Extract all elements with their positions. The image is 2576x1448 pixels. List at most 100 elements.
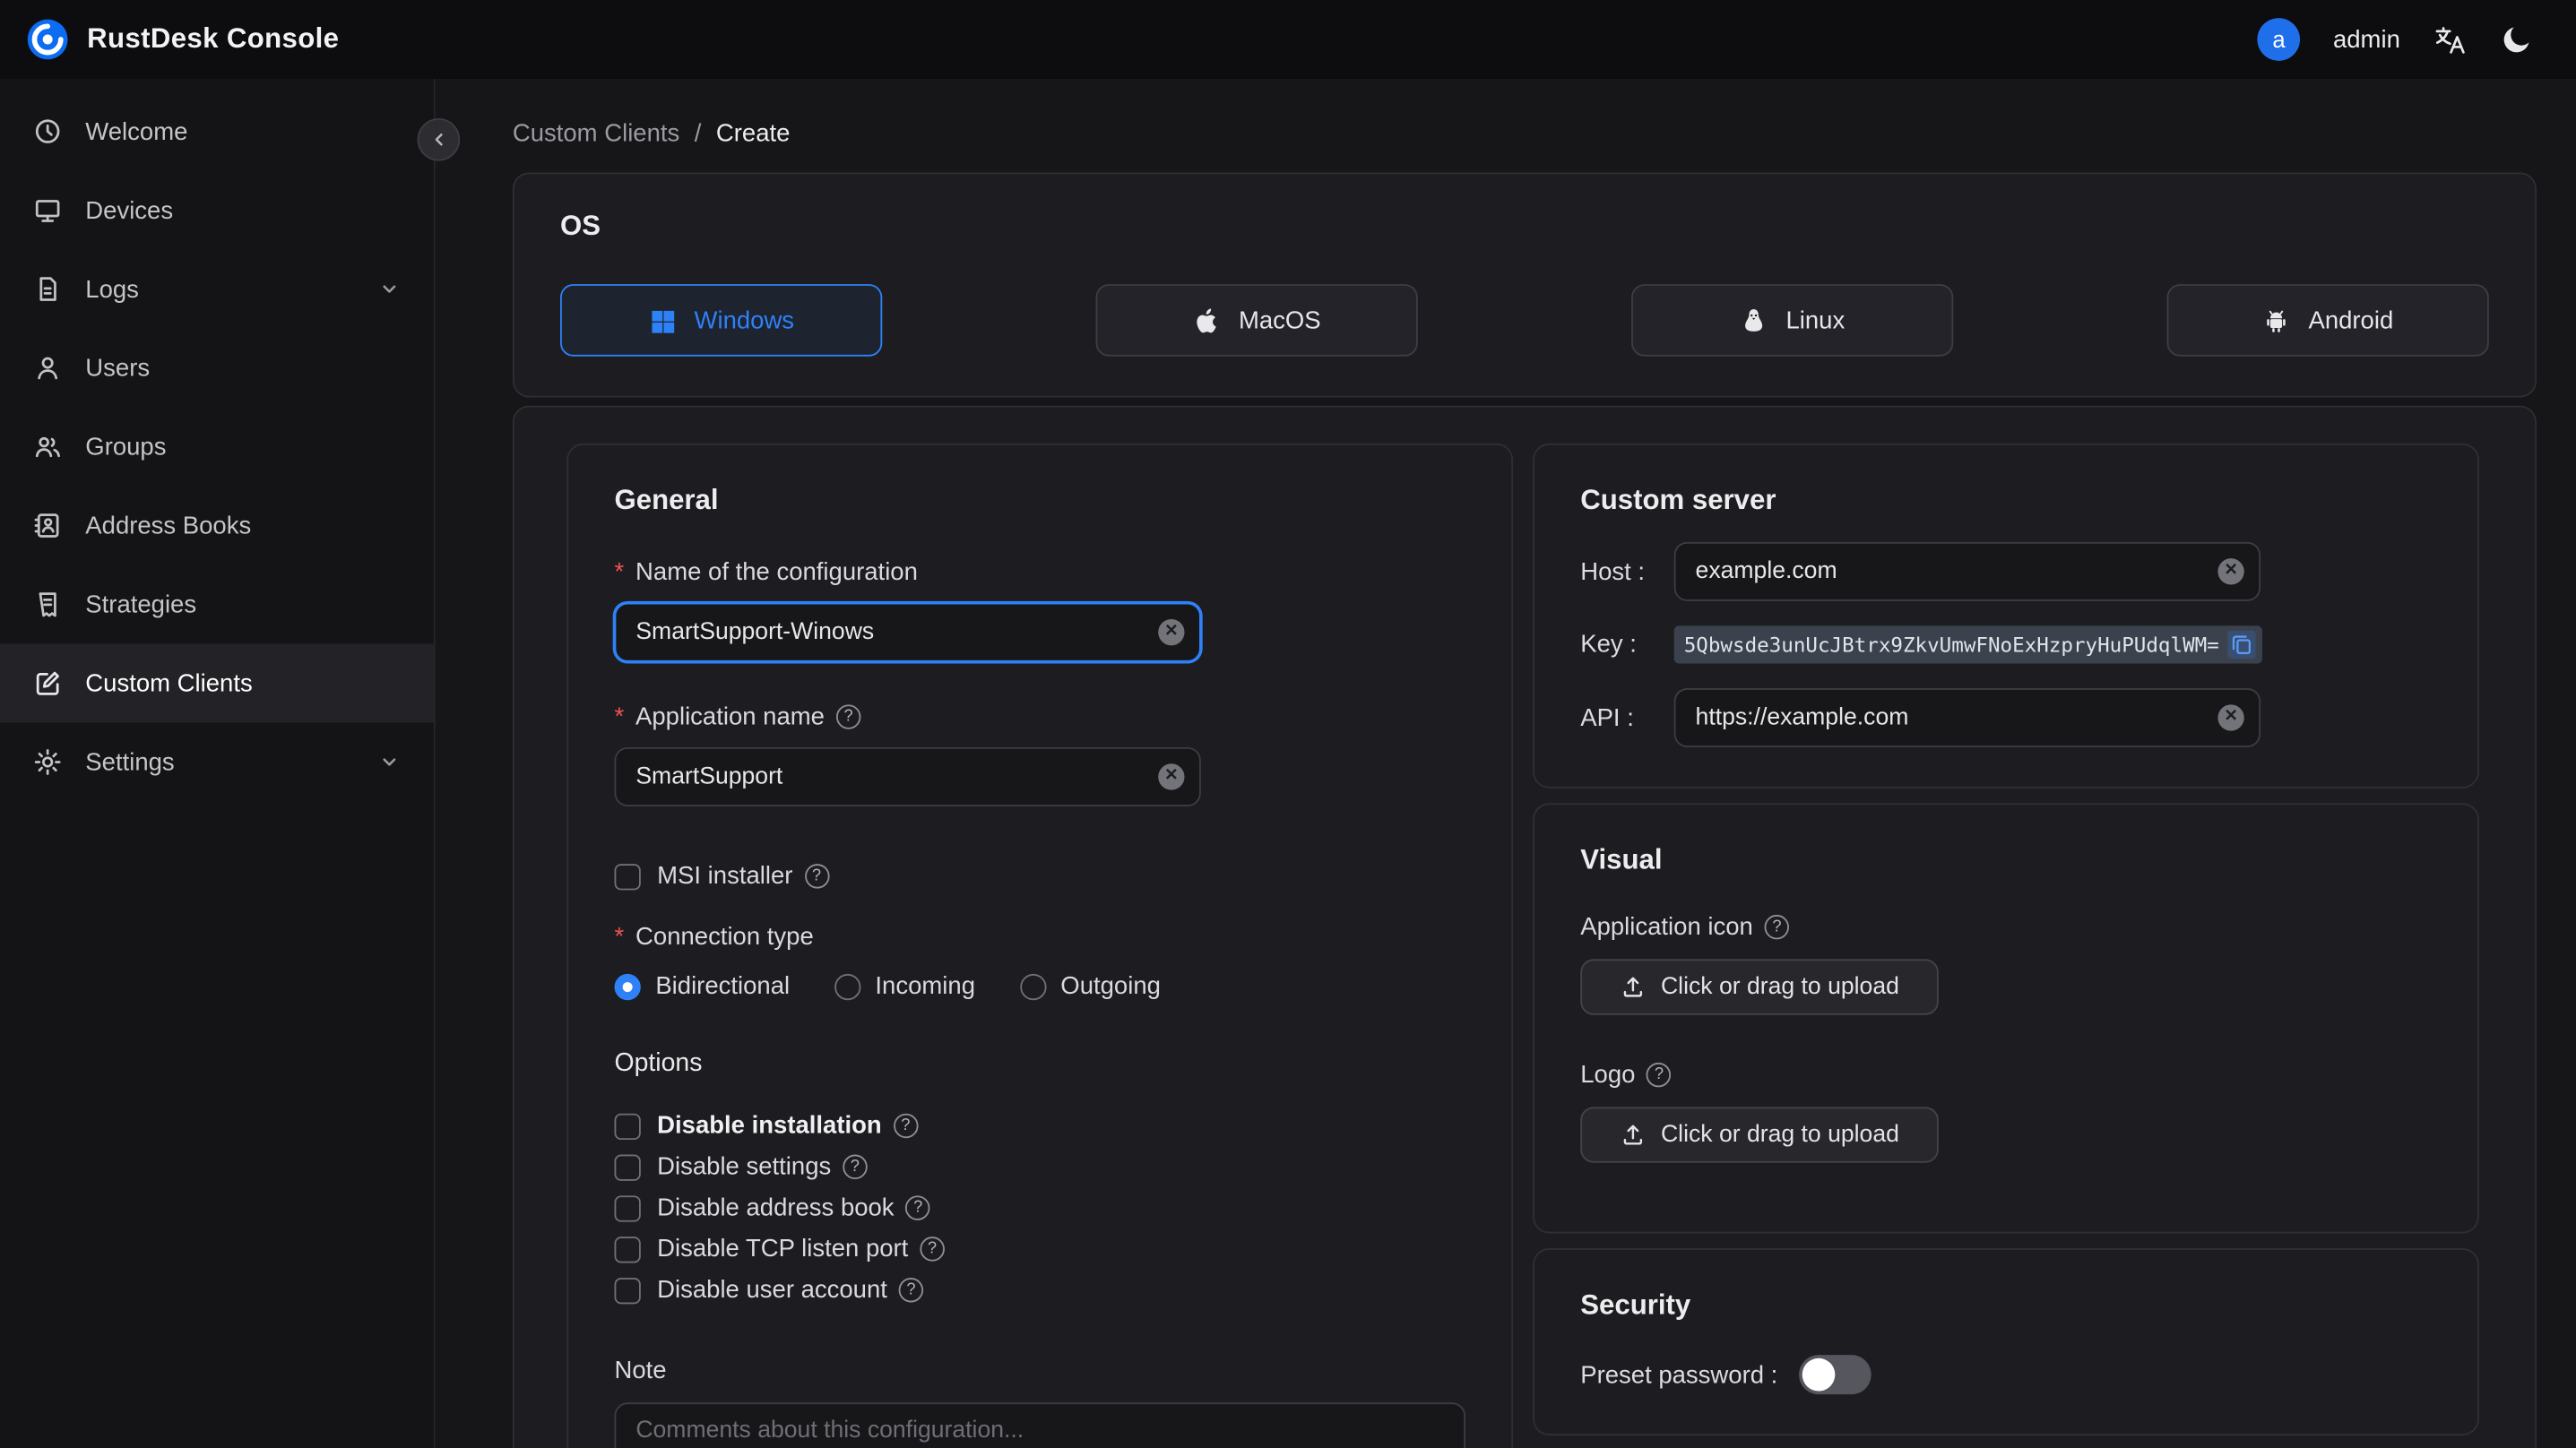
custom-server-title: Custom server (1580, 484, 1776, 516)
breadcrumb-current: Create (715, 119, 791, 148)
visual-title: Visual (1580, 844, 1663, 875)
connection-type-radios: Bidirectional Incoming Outgoing (614, 972, 1465, 1000)
os-option-label: Android (2308, 306, 2394, 334)
api-input[interactable] (1673, 687, 2261, 747)
sidebar-item-label: Groups (85, 432, 167, 461)
checkbox-icon (614, 1194, 641, 1221)
create-form-card: General * Name of the configuration ✕ * … (512, 405, 2537, 1448)
name-field-label: * Name of the configuration (614, 558, 918, 587)
checkbox-icon (614, 1236, 641, 1263)
key-value-chip: 5Qbwsde3unUcJBtrx9ZkvUmwFNoExHzpryHuPUdq… (1673, 625, 2262, 664)
preset-password-label: Preset password : (1580, 1360, 1778, 1389)
host-input[interactable] (1673, 541, 2261, 601)
key-value: 5Qbwsde3unUcJBtrx9ZkvUmwFNoExHzpryHuPUdq… (1683, 633, 2219, 657)
sidebar-item-label: Users (85, 353, 151, 383)
disable-user-account-checkbox[interactable]: Disable user account ? (614, 1270, 1465, 1311)
checkbox-icon (614, 1112, 641, 1140)
os-buttons: Windows MacOS Linux Android (560, 284, 2489, 357)
sidebar-item-label: Address Books (85, 511, 252, 540)
clock-icon (33, 116, 63, 146)
radio-outgoing[interactable]: Outgoing (1019, 972, 1161, 1000)
options-title: Options (614, 1049, 703, 1078)
os-option-android[interactable]: Android (2166, 284, 2489, 357)
clear-icon[interactable]: ✕ (2217, 704, 2244, 731)
sidebar-item-label: Strategies (85, 590, 197, 619)
avatar[interactable]: a (2257, 18, 2301, 61)
sidebar-item-strategies[interactable]: Strategies (0, 565, 434, 644)
os-option-windows[interactable]: Windows (560, 284, 883, 357)
radio-bidirectional[interactable]: Bidirectional (614, 972, 790, 1000)
breadcrumb-parent[interactable]: Custom Clients (513, 120, 679, 148)
required-marker: * (614, 558, 625, 587)
application-icon-upload-button[interactable]: Click or drag to upload (1580, 959, 1939, 1015)
help-icon[interactable]: ? (843, 1154, 868, 1180)
help-icon[interactable]: ? (898, 1277, 924, 1303)
sidebar-collapse-button[interactable] (417, 117, 461, 161)
toggle-knob (1802, 1358, 1836, 1392)
os-option-macos[interactable]: MacOS (1095, 284, 1418, 357)
required-marker: * (614, 702, 625, 731)
os-option-label: MacOS (1238, 306, 1321, 334)
clear-icon[interactable]: ✕ (1158, 619, 1185, 646)
sidebar-item-custom-clients[interactable]: Custom Clients (0, 643, 434, 723)
disable-address-book-checkbox[interactable]: Disable address book ? (614, 1187, 1465, 1228)
sidebar-item-address-books[interactable]: Address Books (0, 487, 434, 565)
configuration-name-input[interactable] (614, 602, 1201, 662)
preset-password-toggle[interactable] (1799, 1355, 1871, 1395)
help-icon[interactable]: ? (835, 704, 861, 729)
help-icon[interactable]: ? (893, 1113, 919, 1139)
security-title: Security (1580, 1289, 1691, 1321)
checkbox-icon (614, 1153, 641, 1180)
main-content: Custom Clients / Create OS Windows MacOS… (435, 78, 2576, 1448)
sidebar-item-label: Custom Clients (85, 668, 253, 698)
address-book-icon (33, 511, 63, 540)
checkbox-icon (614, 1277, 641, 1304)
key-row: Key : 5Qbwsde3unUcJBtrx9ZkvUmwFNoExHzpry… (1580, 625, 2431, 664)
android-icon (2262, 306, 2290, 334)
sidebar-item-welcome[interactable]: Welcome (0, 92, 434, 171)
disable-settings-checkbox[interactable]: Disable settings ? (614, 1146, 1465, 1187)
right-column: Custom server Host : ✕ Key : 5Qbwsde3 (1533, 443, 2479, 1435)
os-option-linux[interactable]: Linux (1631, 284, 1954, 357)
radio-icon (834, 972, 860, 1000)
strategy-icon (33, 590, 63, 619)
clear-icon[interactable]: ✕ (1158, 763, 1185, 790)
clear-icon[interactable]: ✕ (2217, 558, 2244, 585)
note-textarea[interactable] (614, 1402, 1465, 1448)
general-title: General (614, 484, 719, 516)
help-icon[interactable]: ? (920, 1237, 945, 1262)
sidebar-item-devices[interactable]: Devices (0, 171, 434, 250)
sidebar-item-users[interactable]: Users (0, 329, 434, 408)
layout: Welcome Devices Logs Users Groups Addres… (0, 78, 2576, 1448)
sidebar-item-settings[interactable]: Settings (0, 722, 434, 801)
dark-mode-icon[interactable] (2501, 23, 2534, 56)
translate-icon[interactable] (2433, 22, 2468, 56)
logo-upload-button[interactable]: Click or drag to upload (1580, 1107, 1939, 1163)
os-option-label: Linux (1785, 306, 1846, 334)
application-icon-label: Application icon ? (1580, 913, 2431, 941)
api-label: API : (1580, 703, 1634, 732)
help-icon[interactable]: ? (1764, 914, 1790, 940)
sidebar-item-logs[interactable]: Logs (0, 250, 434, 329)
disable-installation-checkbox[interactable]: Disable installation ? (614, 1106, 1465, 1147)
app-name-field-label: * Application name ? (614, 702, 1465, 731)
gear-icon (33, 747, 63, 777)
linux-penguin-icon (1740, 306, 1768, 334)
host-row: Host : ✕ (1580, 541, 2431, 601)
radio-incoming[interactable]: Incoming (834, 972, 975, 1000)
sidebar-item-groups[interactable]: Groups (0, 408, 434, 487)
sidebar-item-label: Settings (85, 747, 175, 777)
help-icon[interactable]: ? (804, 864, 829, 889)
breadcrumb: Custom Clients / Create (513, 120, 2537, 148)
username: admin (2332, 25, 2400, 54)
copy-icon[interactable] (2226, 630, 2256, 659)
help-icon[interactable]: ? (1647, 1062, 1672, 1088)
application-name-input[interactable] (614, 746, 1201, 806)
sidebar: Welcome Devices Logs Users Groups Addres… (0, 78, 436, 1448)
screen: RustDesk Console a admin Welcome Devices… (0, 0, 2576, 1448)
disable-tcp-listen-port-checkbox[interactable]: Disable TCP listen port ? (614, 1228, 1465, 1270)
topbar-right: a admin (2257, 18, 2534, 61)
help-icon[interactable]: ? (905, 1195, 930, 1220)
upload-icon (1620, 974, 1646, 1000)
msi-installer-checkbox[interactable]: MSI installer ? (614, 856, 1465, 897)
